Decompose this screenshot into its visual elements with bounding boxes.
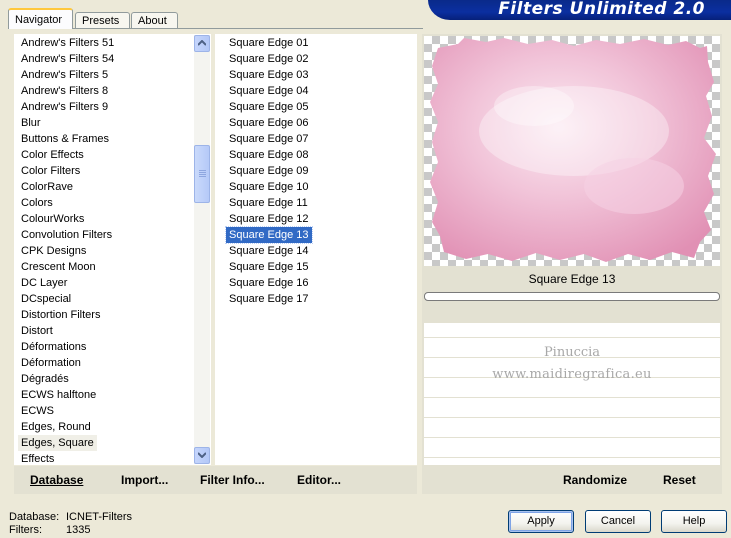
editor-button[interactable]: Editor...	[297, 466, 341, 494]
list-item[interactable]: Square Edge 16	[226, 275, 312, 291]
watermark-name: Pinuccia	[543, 345, 601, 360]
scroll-thumb[interactable]	[194, 145, 210, 203]
parameter-area: Pinuccia www.maidiregrafica.eu	[424, 323, 720, 465]
list-item[interactable]: Square Edge 15	[226, 259, 312, 275]
scroll-up-button[interactable]	[194, 35, 210, 52]
list-item[interactable]: Square Edge 11	[226, 195, 311, 211]
filter-info-button[interactable]: Filter Info...	[200, 466, 265, 494]
list-item[interactable]: Distort	[18, 323, 56, 339]
grip-line	[199, 170, 206, 171]
list-item[interactable]: Square Edge 10	[226, 179, 312, 195]
app-banner: Filters Unlimited 2.0	[428, 0, 731, 20]
category-list[interactable]: Andrew's Filters 51 Andrew's Filters 54 An…	[14, 34, 211, 465]
list-item[interactable]: DCspecial	[18, 291, 74, 307]
list-item[interactable]: Square Edge 13	[225, 226, 313, 244]
preview-caption: Square Edge 13	[528, 272, 616, 286]
param-divider	[424, 337, 720, 338]
database-status: Database: ICNET-Filters	[9, 511, 132, 523]
import-button[interactable]: Import...	[121, 466, 168, 494]
list-item[interactable]: ColourWorks	[18, 211, 87, 227]
tab-presets[interactable]: Presets	[75, 12, 130, 28]
help-button[interactable]: Help	[661, 510, 727, 533]
progress-bar	[424, 292, 720, 301]
database-button[interactable]: Database	[30, 466, 83, 494]
apply-button[interactable]: Apply	[508, 510, 574, 533]
list-item[interactable]: Andrew's Filters 54	[18, 51, 117, 67]
list-item[interactable]: ECWS halftone	[18, 387, 99, 403]
cancel-button[interactable]: Cancel	[585, 510, 651, 533]
list-item[interactable]: Square Edge 07	[226, 131, 312, 147]
list-item[interactable]: Square Edge 05	[226, 99, 312, 115]
list-item[interactable]: Edges, Round	[18, 419, 94, 435]
grip-line	[199, 172, 206, 173]
list-item[interactable]: Color Effects	[18, 147, 87, 163]
app-title: Filters Unlimited 2.0	[498, 0, 705, 19]
list-item[interactable]: Colors	[18, 195, 56, 211]
watermark-url: www.maidiregrafica.eu	[492, 367, 652, 382]
list-item[interactable]: Dégradés	[18, 371, 72, 387]
param-divider	[424, 417, 720, 418]
filters-status-value: 1335	[66, 524, 91, 536]
list-item[interactable]: Edges, Square	[18, 435, 97, 451]
preview-panel: Square Edge 13 Pinuccia www.maidiregrafi…	[422, 34, 722, 494]
list-item[interactable]: Square Edge 01	[226, 35, 312, 51]
preview-image	[424, 36, 720, 266]
list-item[interactable]: Buttons & Frames	[18, 131, 112, 147]
randomize-button[interactable]: Randomize	[563, 466, 627, 494]
list-item[interactable]: Square Edge 12	[226, 211, 312, 227]
filters-status-label: Filters:	[9, 524, 42, 536]
list-item[interactable]: Square Edge 17	[226, 291, 312, 307]
tab-navigator[interactable]: Navigator	[8, 8, 73, 29]
list-item[interactable]: CPK Designs	[18, 243, 89, 259]
param-divider	[424, 457, 720, 458]
list-item[interactable]: Square Edge 04	[226, 83, 312, 99]
list-item[interactable]: Square Edge 06	[226, 115, 312, 131]
database-status-label: Database:	[9, 511, 60, 523]
tab-about[interactable]: About	[131, 12, 178, 28]
category-scrollbar[interactable]	[194, 35, 210, 464]
param-divider	[424, 397, 720, 398]
list-toolbar: Database Import... Filter Info... Editor…	[14, 466, 417, 494]
list-item[interactable]: Blur	[18, 115, 44, 131]
list-item[interactable]: Square Edge 09	[226, 163, 312, 179]
list-item[interactable]: Square Edge 08	[226, 147, 312, 163]
list-item[interactable]: ColorRave	[18, 179, 76, 195]
list-item[interactable]: Square Edge 03	[226, 67, 312, 83]
list-item[interactable]: ECWS	[18, 403, 57, 419]
grip-line	[199, 174, 206, 175]
filters-status: Filters: 1335	[9, 524, 90, 536]
list-item[interactable]: DC Layer	[18, 275, 70, 291]
list-item[interactable]: Déformations	[18, 339, 89, 355]
database-status-value: ICNET-Filters	[66, 511, 132, 523]
list-item[interactable]: Andrew's Filters 9	[18, 99, 111, 115]
list-item[interactable]: Crescent Moon	[18, 259, 99, 275]
scroll-down-button[interactable]	[194, 447, 210, 464]
list-item[interactable]: Distortion Filters	[18, 307, 103, 323]
list-item[interactable]: Color Filters	[18, 163, 83, 179]
list-item[interactable]: Effects	[18, 451, 57, 465]
list-item[interactable]: Andrew's Filters 5	[18, 67, 111, 83]
list-item[interactable]: Déformation	[18, 355, 84, 371]
pink-square-edge-image	[430, 38, 716, 262]
param-divider	[424, 437, 720, 438]
list-item[interactable]: Square Edge 02	[226, 51, 312, 67]
list-item[interactable]: Andrew's Filters 8	[18, 83, 111, 99]
filter-list[interactable]: Square Edge 01 Square Edge 02 Square Edge …	[215, 34, 417, 465]
list-item[interactable]: Square Edge 14	[226, 243, 312, 259]
reset-button[interactable]: Reset	[663, 466, 696, 494]
list-item[interactable]: Convolution Filters	[18, 227, 115, 243]
grip-line	[199, 176, 206, 177]
database-label: Database	[30, 473, 84, 487]
list-item[interactable]: Andrew's Filters 51	[18, 35, 117, 51]
